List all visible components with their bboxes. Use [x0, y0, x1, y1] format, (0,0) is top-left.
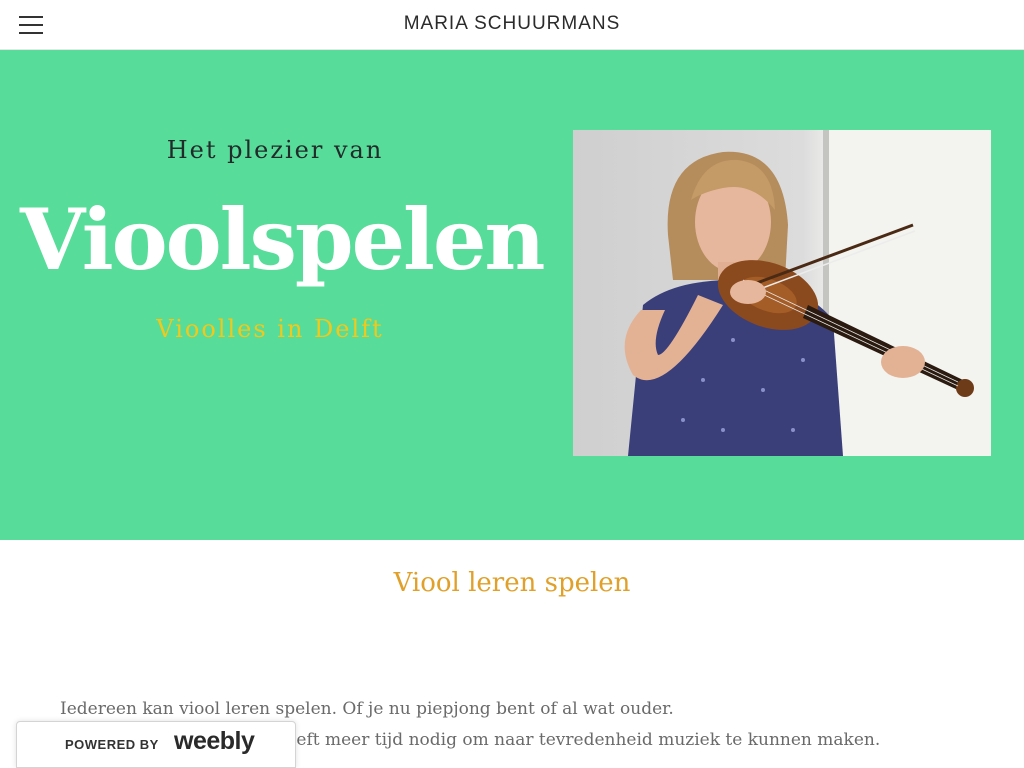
top-navigation-bar: MARIA SCHUURMANS — [0, 0, 1024, 50]
site-title[interactable]: MARIA SCHUURMANS — [0, 13, 1024, 35]
hero-banner: Het plezier van Vioolspelen Vioolles in … — [0, 50, 1024, 540]
hero-title: Vioolspelen — [20, 190, 545, 289]
powered-by-weebly-badge[interactable]: POWERED BY weebly — [16, 721, 296, 768]
powered-by-label: POWERED BY — [65, 737, 159, 752]
photo-illustration — [624, 130, 991, 456]
weebly-logo: weebly — [174, 727, 255, 755]
intro-paragraph-line-1: Iedereen kan viool leren spelen. Of je n… — [60, 699, 674, 719]
section-heading: Viool leren spelen — [393, 568, 631, 598]
violin-player-photo — [573, 130, 991, 456]
hero-subtitle: Vioolles in Delft — [156, 315, 384, 343]
hero-pretitle: Het plezier van — [166, 136, 384, 164]
